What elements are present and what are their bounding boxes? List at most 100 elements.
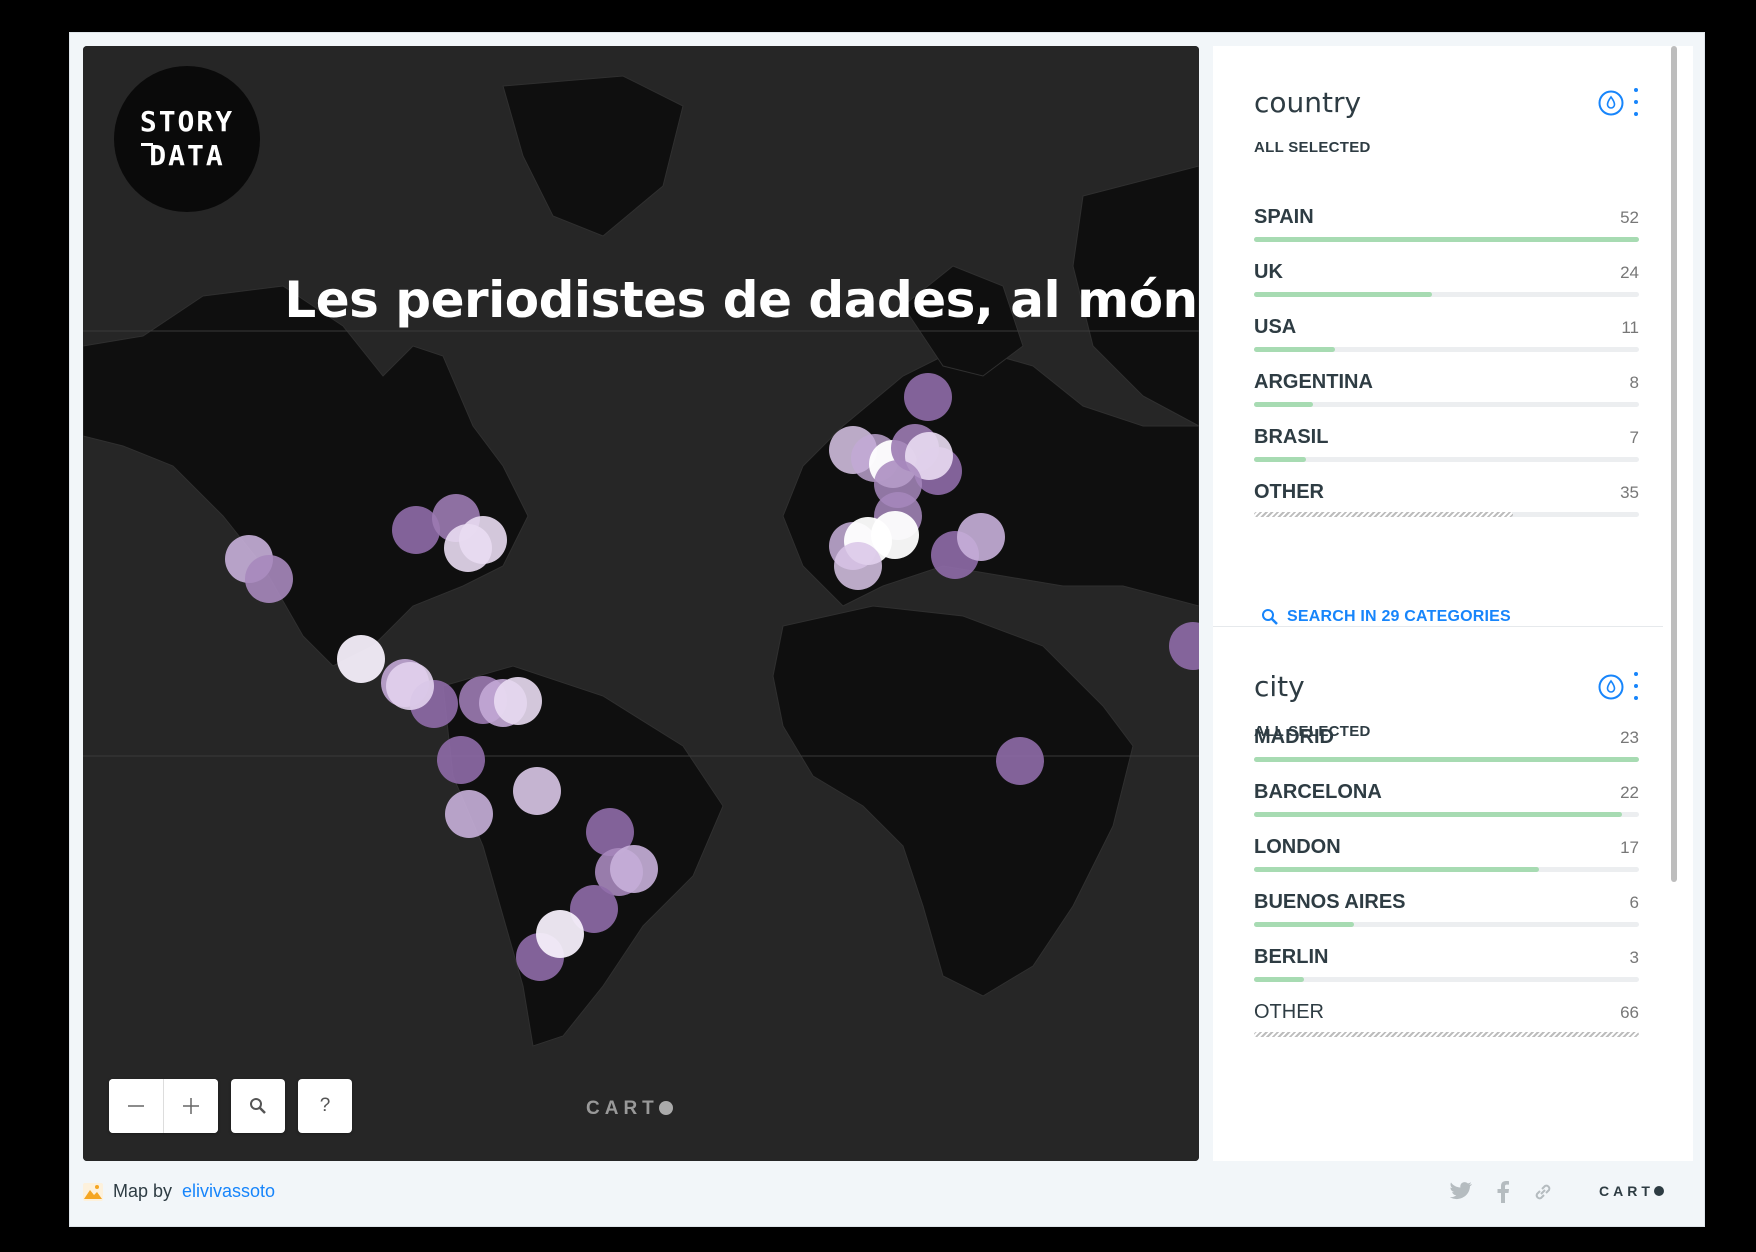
map-icon [83, 1182, 103, 1201]
map-search-button[interactable] [231, 1079, 285, 1133]
city-widget-header: city [1213, 670, 1663, 720]
category-bar-track [1254, 402, 1639, 407]
carto-dot-icon [1653, 1186, 1664, 1196]
country-selection-status: ALL SELECTED [1254, 139, 1371, 156]
category-item[interactable]: SPAIN 52 [1254, 206, 1639, 256]
map-marker[interactable] [437, 736, 485, 784]
map-canvas[interactable]: STORY DATA Les periodistes de dades, al … [83, 46, 1199, 1161]
map-marker[interactable] [445, 790, 493, 838]
map-marker[interactable] [459, 516, 507, 564]
map-marker[interactable] [871, 511, 919, 559]
map-title: Les periodistes de dades, al món [284, 271, 1198, 329]
category-item[interactable]: ARGENTINA 8 [1254, 371, 1639, 421]
country-widget: country ALL SELECTED SPAIN 52 UK 24 USA 11 ARG… [1213, 86, 1663, 626]
category-item[interactable]: LONDON 17 [1254, 836, 1639, 886]
twitter-icon[interactable] [1450, 1181, 1474, 1201]
search-icon [1262, 609, 1278, 625]
category-name: SPAIN [1254, 206, 1314, 228]
category-name: MADRID [1254, 726, 1334, 748]
category-bar-fill [1254, 922, 1355, 927]
link-icon[interactable] [1532, 1181, 1554, 1203]
category-bar-track [1254, 512, 1639, 517]
category-bar-track [1254, 347, 1639, 352]
category-item[interactable]: BUENOS AIRES 6 [1254, 891, 1639, 941]
logo-line-1: STORY [139, 105, 235, 138]
carto-footer-text: CART [1599, 1183, 1654, 1199]
map-marker[interactable] [245, 555, 293, 603]
category-bar-fill [1254, 1032, 1639, 1037]
category-bar-fill [1254, 977, 1305, 982]
map-marker[interactable] [996, 737, 1044, 785]
carto-footer-logo[interactable]: CART [1599, 1183, 1664, 1199]
category-bar-track [1254, 977, 1639, 982]
footer-bar: Map by elivivassoto CART [83, 1173, 1691, 1213]
category-item[interactable]: MADRID 23 [1254, 726, 1639, 776]
map-marker[interactable] [834, 542, 882, 590]
map-marker[interactable] [610, 845, 658, 893]
category-count: 6 [1629, 893, 1639, 912]
category-bar-track [1254, 867, 1639, 872]
zoom-out-button[interactable] [109, 1079, 164, 1133]
category-count: 52 [1620, 208, 1639, 227]
category-count: 66 [1620, 1003, 1639, 1022]
help-button[interactable]: ? [298, 1079, 352, 1133]
category-name: LONDON [1254, 836, 1341, 858]
panel-scrollbar[interactable] [1671, 46, 1677, 882]
more-options-icon[interactable] [1633, 672, 1639, 700]
author-link[interactable]: elivivassoto [182, 1181, 275, 1202]
more-options-icon[interactable] [1633, 88, 1639, 116]
world-basemap[interactable] [83, 46, 1199, 1161]
zoom-controls [109, 1079, 218, 1133]
category-name: OTHER [1254, 1001, 1324, 1023]
color-drop-icon[interactable] [1598, 674, 1624, 700]
category-name: BARCELONA [1254, 781, 1382, 803]
map-by-label: Map by [113, 1181, 173, 1201]
map-controls: ? [109, 1079, 352, 1133]
category-bar-fill [1254, 457, 1306, 462]
category-count: 8 [1629, 373, 1639, 392]
category-name: OTHER [1254, 481, 1324, 503]
zoom-in-button[interactable] [164, 1079, 218, 1133]
category-bar-track [1254, 457, 1639, 462]
widgets-panel[interactable]: country ALL SELECTED SPAIN 52 UK 24 USA 11 ARG… [1213, 46, 1693, 1161]
help-label: ? [319, 1095, 331, 1116]
category-item[interactable]: BARCELONA 22 [1254, 781, 1639, 831]
carto-dot-icon [658, 1101, 673, 1115]
map-marker[interactable] [904, 373, 952, 421]
category-count: 17 [1620, 838, 1639, 857]
category-name: ARGENTINA [1254, 371, 1373, 393]
plus-icon [183, 1098, 199, 1114]
category-bar-fill [1254, 347, 1336, 352]
category-bar-fill [1254, 757, 1639, 762]
city-widget-title: city [1254, 670, 1305, 703]
category-bar-track [1254, 292, 1639, 297]
category-item[interactable]: BERLIN 3 [1254, 946, 1639, 996]
category-bar-fill [1254, 237, 1639, 242]
category-item[interactable]: OTHER 35 [1254, 481, 1639, 531]
country-search-categories-link[interactable]: SEARCH IN 29 CATEGORIES [1261, 608, 1511, 626]
category-count: 11 [1621, 318, 1639, 337]
category-count: 22 [1620, 783, 1639, 802]
color-drop-icon[interactable] [1598, 90, 1624, 116]
category-count: 35 [1620, 483, 1639, 502]
facebook-icon[interactable] [1496, 1181, 1510, 1203]
category-bar-fill [1254, 512, 1514, 517]
share-icons [1450, 1181, 1554, 1203]
category-item[interactable]: UK 24 [1254, 261, 1639, 311]
category-item[interactable]: OTHER 66 [1254, 1001, 1639, 1051]
map-marker[interactable] [337, 635, 385, 683]
search-categories-label: SEARCH IN 29 CATEGORIES [1287, 608, 1511, 625]
category-item[interactable]: BRASIL 7 [1254, 426, 1639, 476]
map-marker[interactable] [386, 662, 434, 710]
search-icon [250, 1098, 266, 1114]
map-marker[interactable] [536, 910, 584, 958]
map-marker[interactable] [957, 513, 1005, 561]
country-widget-header: country [1213, 86, 1663, 136]
category-name: UK [1254, 261, 1283, 283]
map-marker[interactable] [513, 767, 561, 815]
map-marker[interactable] [494, 677, 542, 725]
category-name: BRASIL [1254, 426, 1329, 448]
story-data-logo: STORY DATA [114, 66, 260, 212]
category-bar-track [1254, 1032, 1639, 1037]
category-item[interactable]: USA 11 [1254, 316, 1639, 366]
